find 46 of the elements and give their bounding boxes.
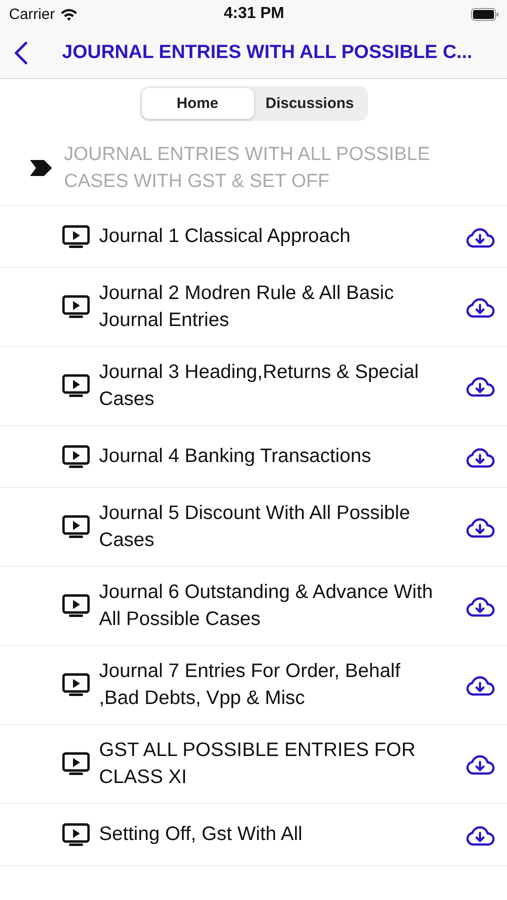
video-play-icon	[62, 374, 90, 398]
video-play-icon	[62, 822, 90, 846]
cloud-download-icon[interactable]	[465, 753, 495, 775]
lesson-row[interactable]: Journal 3 Heading,Returns & Special Cases	[0, 347, 507, 426]
cloud-download-icon[interactable]	[465, 516, 495, 538]
video-play-icon	[62, 444, 90, 468]
cloud-download-icon[interactable]	[465, 824, 495, 846]
lesson-row[interactable]: GST ALL POSSIBLE ENTRIES FOR CLASS XI	[0, 725, 507, 804]
lesson-title: Journal 1 Classical Approach	[99, 224, 352, 249]
cloud-download-icon[interactable]	[465, 226, 495, 248]
lesson-row[interactable]: Journal 5 Discount With All Possible Cases	[0, 488, 507, 567]
clock-time: 4:31 PM	[224, 5, 284, 23]
lesson-title: Journal 4 Banking Transactions	[99, 444, 372, 469]
lesson-row[interactable]: Journal 4 Banking Transactions	[0, 426, 507, 488]
battery-icon	[471, 8, 499, 20]
wifi-icon	[60, 8, 78, 20]
screen-title: JOURNAL ENTRIES WITH ALL POSSIBLE C...	[62, 42, 472, 64]
lesson-title: Journal 2 Modren Rule & All Basic Journal Entries	[99, 281, 395, 333]
video-play-icon	[62, 673, 90, 697]
lesson-title: Journal 7 Entries For Order, Behalf ,Bad Debts, Vpp & Misc	[99, 659, 402, 711]
cloud-download-icon[interactable]	[465, 595, 495, 617]
video-play-icon	[62, 295, 90, 319]
cloud-download-icon[interactable]	[465, 674, 495, 696]
video-play-icon	[62, 752, 90, 776]
cloud-download-icon[interactable]	[465, 375, 495, 397]
cloud-download-icon[interactable]	[465, 446, 495, 468]
chevron-marker-icon	[30, 159, 52, 177]
lesson-row[interactable]: Setting Off, Gst With All	[0, 804, 507, 866]
cloud-download-icon[interactable]	[465, 296, 495, 318]
lesson-row[interactable]: Journal 2 Modren Rule & All Basic Journal Entries	[0, 268, 507, 347]
segment-tab[interactable]: Home	[142, 88, 254, 119]
lesson-title: GST ALL POSSIBLE ENTRIES FOR CLASS XI	[99, 738, 416, 790]
lesson-title: Journal 3 Heading,Returns & Special Cases	[99, 360, 420, 412]
lesson-row[interactable]: Journal 7 Entries For Order, Behalf ,Bad Debts, Vpp & Misc	[0, 646, 507, 725]
carrier-label: Carrier	[9, 6, 55, 22]
video-play-icon	[62, 224, 90, 248]
lesson-title: Setting Off, Gst With All	[99, 822, 304, 847]
lesson-row[interactable]: Journal 6 Outstanding & Advance With All Possible Cases	[0, 567, 507, 646]
lesson-row[interactable]: Journal 1 Classical Approach	[0, 206, 507, 268]
lesson-title: Journal 6 Outstanding & Advance With All Possible Cases	[99, 580, 434, 632]
lesson-title: Journal 5 Discount With All Possible Cases	[99, 501, 412, 553]
section-title: JOURNAL ENTRIES WITH ALL POSSIBLE CASES WITH GST & SET OFF	[64, 143, 432, 194]
video-play-icon	[62, 594, 90, 618]
back-chevron-icon	[14, 41, 28, 65]
segment-tab[interactable]: Discussions	[254, 88, 366, 119]
video-play-icon	[62, 515, 90, 539]
